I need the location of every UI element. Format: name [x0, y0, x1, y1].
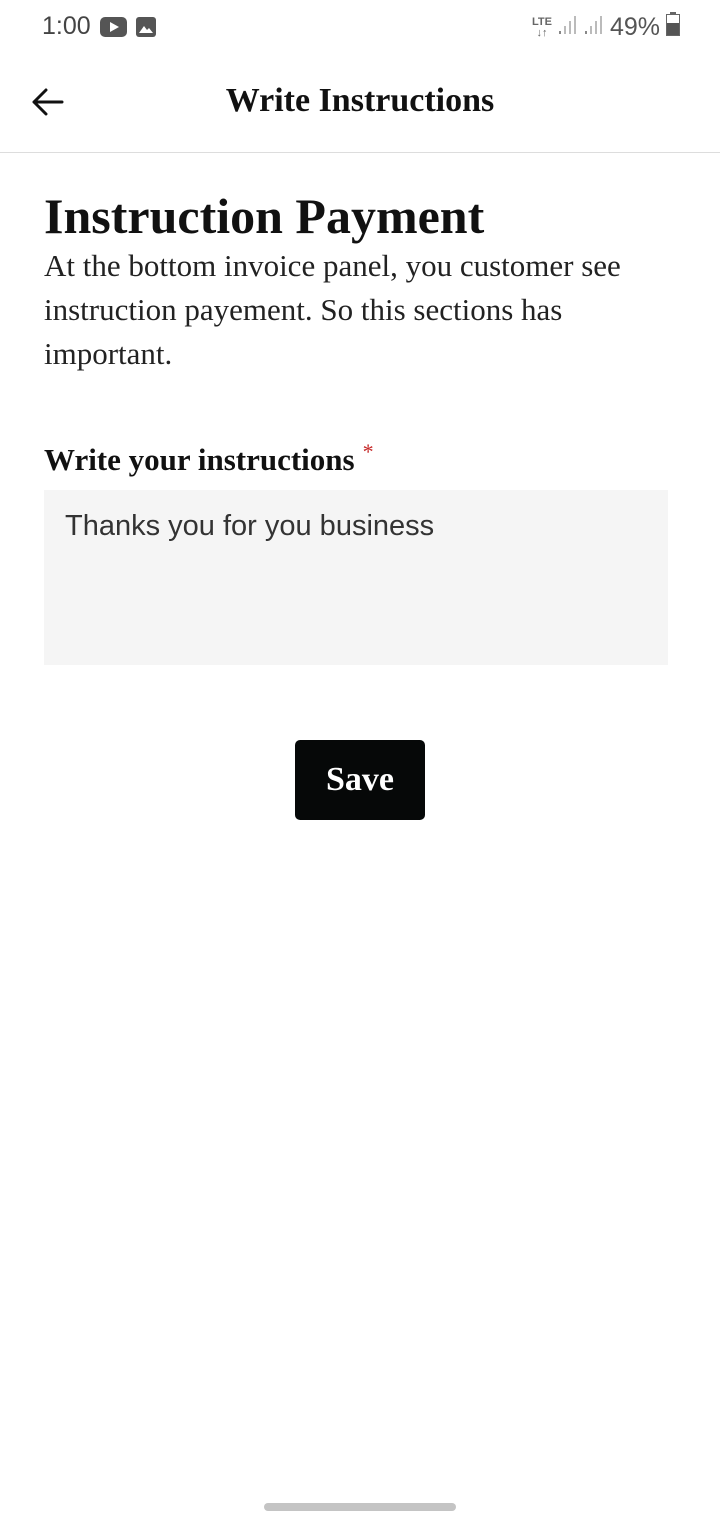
- data-arrows-icon: ↓↑: [536, 26, 548, 39]
- main-content: Instruction Payment At the bottom invoic…: [44, 186, 676, 670]
- home-indicator[interactable]: [264, 1503, 456, 1511]
- signal-icon-secondary: [584, 13, 604, 42]
- status-right-group: LTE ↓↑ 49%: [532, 12, 680, 43]
- save-button[interactable]: Save: [295, 740, 425, 820]
- gallery-icon: [136, 17, 156, 42]
- instructions-label-row: Write your instructions *: [44, 439, 676, 478]
- instructions-label: Write your instructions: [44, 442, 355, 477]
- page-title: Write Instructions: [225, 82, 495, 119]
- network-type-icon: LTE ↓↑: [531, 15, 552, 39]
- required-asterisk: *: [362, 439, 374, 464]
- battery-icon: [666, 12, 680, 43]
- youtube-icon: [100, 17, 127, 42]
- section-description: At the bottom invoice panel, you custome…: [44, 248, 621, 371]
- signal-icon: [558, 13, 578, 42]
- status-bar: 1:00 LTE ↓↑ 49%: [0, 0, 720, 56]
- battery-percent: 49%: [609, 13, 660, 41]
- status-time: 1:00: [42, 12, 91, 40]
- network-type-label: LTE: [531, 15, 552, 28]
- instructions-input[interactable]: Thanks you for you business: [44, 490, 668, 665]
- app-bar: Write Instructions: [0, 56, 720, 153]
- section-title: Instruction Payment: [44, 188, 485, 244]
